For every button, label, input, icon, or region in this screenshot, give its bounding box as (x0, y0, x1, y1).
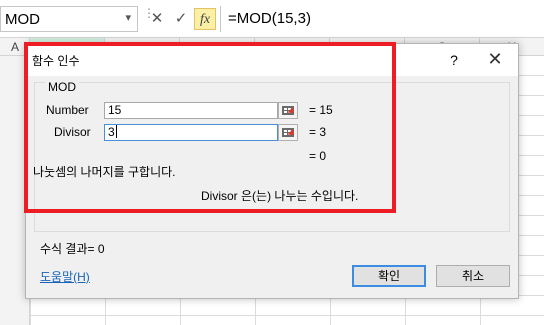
function-name-label: MOD (45, 80, 79, 94)
chevron-down-icon[interactable]: ▾ (125, 11, 131, 24)
number-arg-result: = 15 (309, 103, 333, 117)
divisor-collapse-button[interactable] (278, 124, 298, 141)
cancel-entry-icon[interactable]: ✕ (146, 8, 168, 30)
dialog-title-bar[interactable]: 함수 인수 ? ✕ (26, 44, 518, 76)
close-icon[interactable]: ✕ (480, 48, 510, 70)
function-arguments-dialog: 함수 인수 ? ✕ MOD Number 15 = 15 Divisor 3 =… (25, 43, 519, 299)
formula-input[interactable]: =MOD(15,3) (220, 6, 544, 32)
number-arg-value: 15 (108, 103, 122, 117)
overall-result: = 0 (309, 149, 327, 163)
formula-result: 수식 결과= 0 (40, 242, 105, 256)
help-icon[interactable]: ? (442, 50, 466, 70)
divisor-arg-value: 3 (108, 125, 115, 139)
number-collapse-button[interactable] (278, 102, 298, 119)
cancel-button[interactable]: 취소 (436, 265, 510, 287)
formula-bar: MOD ▾ ⋮ ✕ ✓ fx =MOD(15,3) (0, 0, 544, 38)
name-box-value: MOD (5, 11, 40, 28)
argument-description: Divisor 은(는) 나누는 수입니다. (201, 189, 359, 203)
function-args-group: MOD Number 15 = 15 Divisor 3 = 3 = 0 나눗셈… (33, 80, 510, 232)
name-box[interactable]: MOD ▾ (0, 6, 138, 32)
divisor-arg-result: = 3 (309, 125, 327, 139)
enter-check-icon[interactable]: ✓ (170, 8, 192, 30)
dialog-title: 함수 인수 (32, 54, 80, 68)
ok-button[interactable]: 확인 (352, 265, 426, 287)
number-arg-input[interactable]: 15 (104, 102, 278, 119)
insert-function-icon[interactable]: fx (194, 8, 216, 30)
divisor-arg-label: Divisor (54, 125, 91, 139)
function-description: 나눗셈의 나머지를 구합니다. (33, 165, 176, 179)
number-arg-label: Number (46, 103, 89, 117)
divisor-arg-input[interactable]: 3 (104, 124, 278, 141)
text-caret (115, 125, 117, 138)
formula-text: =MOD(15,3) (228, 10, 311, 27)
help-link[interactable]: 도움말(H) (40, 268, 90, 285)
